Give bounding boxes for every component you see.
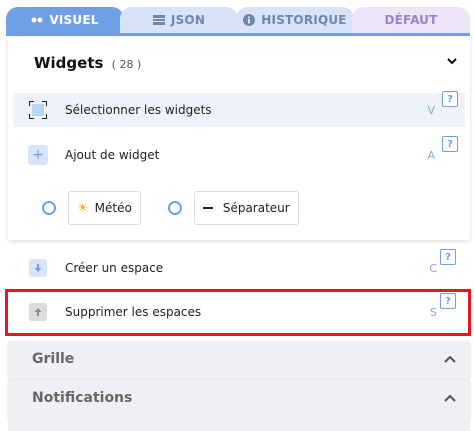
tab-defaut[interactable]: DÉFAUT <box>352 7 470 33</box>
tab-label: JSON <box>170 13 206 27</box>
arrow-down-icon <box>28 258 48 278</box>
option-label: Séparateur <box>222 201 290 215</box>
chevron-up-icon[interactable] <box>444 394 456 402</box>
radio-separateur[interactable] <box>167 201 182 215</box>
bars-icon <box>152 15 165 25</box>
section-title: Grille <box>32 351 75 367</box>
sun-icon: ☀ <box>77 200 89 216</box>
option-separateur[interactable]: Séparateur <box>193 191 299 225</box>
tab-visuel[interactable]: VISUEL <box>6 7 124 33</box>
action-label: Créer un espace <box>65 261 164 275</box>
action-label: Ajout de widget <box>65 148 160 162</box>
mode-tabs: VISUEL JSON HISTORIQUE DÉFAUT <box>0 0 474 36</box>
shortcut-key: A <box>427 148 435 162</box>
radio-meteo[interactable] <box>42 201 56 215</box>
tab-json[interactable]: JSON <box>120 7 238 33</box>
widget-options: ☀ Météo Séparateur <box>42 191 299 225</box>
shortcut-key: C <box>429 261 437 275</box>
chevron-up-icon[interactable] <box>444 355 456 363</box>
widgets-panel: Widgets ( 28 ) Sélectionner les widgets … <box>8 38 470 240</box>
section-grille[interactable]: Grille <box>8 341 470 379</box>
option-label: Météo <box>94 201 132 215</box>
create-space-action[interactable]: Créer un espace C ? <box>13 249 465 285</box>
tab-label: VISUEL <box>49 13 99 27</box>
section-notifications[interactable]: Notifications <box>8 380 470 420</box>
tabs-underline <box>6 33 470 36</box>
action-label: Sélectionner les widgets <box>65 103 212 117</box>
info-icon <box>243 14 256 26</box>
next-section-edge <box>8 421 470 431</box>
option-meteo[interactable]: ☀ Météo <box>68 191 141 225</box>
panel-title-text: Widgets <box>34 54 104 72</box>
add-widget-action[interactable]: + Ajout de widget A ? <box>13 136 465 172</box>
panel-title: Widgets ( 28 ) <box>34 54 141 72</box>
help-icon[interactable]: ? <box>442 136 458 152</box>
plus-icon: + <box>28 145 48 165</box>
dash-icon <box>202 207 213 209</box>
selection-icon <box>28 100 48 120</box>
tab-label: DÉFAUT <box>384 13 438 27</box>
tab-historique[interactable]: HISTORIQUE <box>236 7 354 33</box>
highlight-box <box>5 289 471 336</box>
help-icon[interactable]: ? <box>440 249 456 265</box>
chevron-down-icon[interactable] <box>447 56 457 66</box>
eye-icon <box>31 16 43 24</box>
select-widgets-action[interactable]: Sélectionner les widgets V ? <box>13 91 465 127</box>
help-icon[interactable]: ? <box>442 91 458 107</box>
tab-label: HISTORIQUE <box>261 13 347 27</box>
section-title: Notifications <box>32 390 133 406</box>
widget-count: ( 28 ) <box>111 58 142 71</box>
shortcut-key: V <box>427 103 435 117</box>
